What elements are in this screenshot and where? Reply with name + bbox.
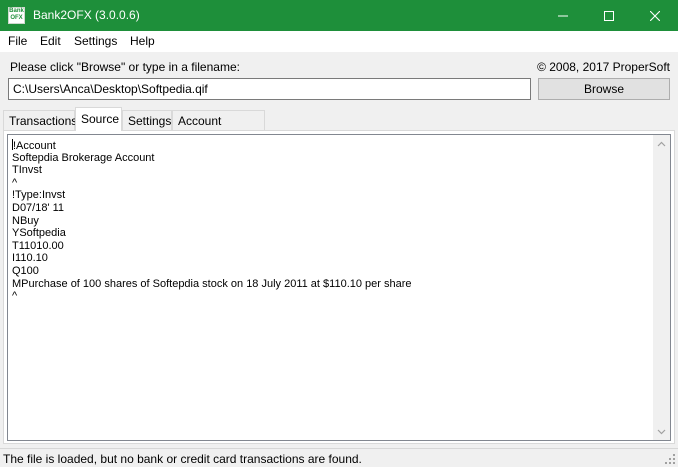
source-line: Softepdia Brokerage Account <box>12 151 155 164</box>
title-bar[interactable]: Bank OFX Bank2OFX (3.0.0.6) <box>0 0 678 31</box>
menu-bar: File Edit Settings Help <box>0 31 678 52</box>
app-logo-text-bottom: OFX <box>10 15 23 21</box>
scroll-up-button[interactable] <box>653 135 670 152</box>
menu-file[interactable]: File <box>8 34 27 48</box>
tab-transactions[interactable]: Transactions <box>3 110 77 130</box>
source-line: ^ <box>12 290 18 303</box>
status-message: The file is loaded, but no bank or credi… <box>3 452 362 466</box>
maximize-button[interactable] <box>586 0 632 31</box>
filename-prompt-label: Please click "Browse" or type in a filen… <box>10 60 240 74</box>
tab-source[interactable]: Source <box>75 107 122 131</box>
source-line: YSoftpedia <box>12 227 66 240</box>
source-line: ^ <box>12 176 18 189</box>
chevron-down-icon <box>657 429 666 434</box>
menu-settings[interactable]: Settings <box>74 34 117 48</box>
source-line: !Account <box>12 139 652 152</box>
source-line-text: !Account <box>13 140 56 152</box>
minimize-button[interactable] <box>540 0 586 31</box>
close-button[interactable] <box>632 0 678 31</box>
app-logo-icon: Bank OFX <box>8 7 25 24</box>
resize-grip-icon[interactable] <box>664 453 676 465</box>
source-line: TInvst <box>12 164 42 177</box>
status-bar: The file is loaded, but no bank or credi… <box>0 448 678 467</box>
window-title: Bank2OFX (3.0.0.6) <box>33 8 140 22</box>
source-line: MPurchase of 100 shares of Softepdia sto… <box>12 277 412 290</box>
source-line: I110.10 <box>12 252 48 265</box>
copyright-text: © 2008, 2017 ProperSoft <box>537 60 670 74</box>
source-text-area[interactable]: !Account Softepdia Brokerage Account TIn… <box>7 134 671 441</box>
close-icon <box>650 10 660 21</box>
scroll-down-button[interactable] <box>653 423 670 440</box>
source-tab-panel: !Account Softepdia Brokerage Account TIn… <box>3 130 675 444</box>
tab-account-mapping[interactable]: Account Mapping <box>172 110 265 142</box>
source-line: NBuy <box>12 214 39 227</box>
app-logo-text-top: Bank <box>9 8 24 14</box>
browse-button[interactable]: Browse <box>538 78 670 100</box>
menu-edit[interactable]: Edit <box>40 34 61 48</box>
maximize-icon <box>604 10 614 21</box>
vertical-scrollbar[interactable] <box>653 135 670 440</box>
source-line: T11010.00 <box>12 239 64 252</box>
source-line: Q100 <box>12 264 39 277</box>
tab-settings[interactable]: Settings <box>122 110 172 130</box>
minimize-icon <box>558 15 568 16</box>
filename-input[interactable] <box>8 78 531 100</box>
source-line: !Type:Invst <box>12 189 66 202</box>
source-text-content: !Account Softepdia Brokerage Account TIn… <box>12 139 652 303</box>
source-line: D07/18' 11 <box>12 201 65 214</box>
chevron-up-icon <box>657 141 666 146</box>
menu-help[interactable]: Help <box>130 34 155 48</box>
